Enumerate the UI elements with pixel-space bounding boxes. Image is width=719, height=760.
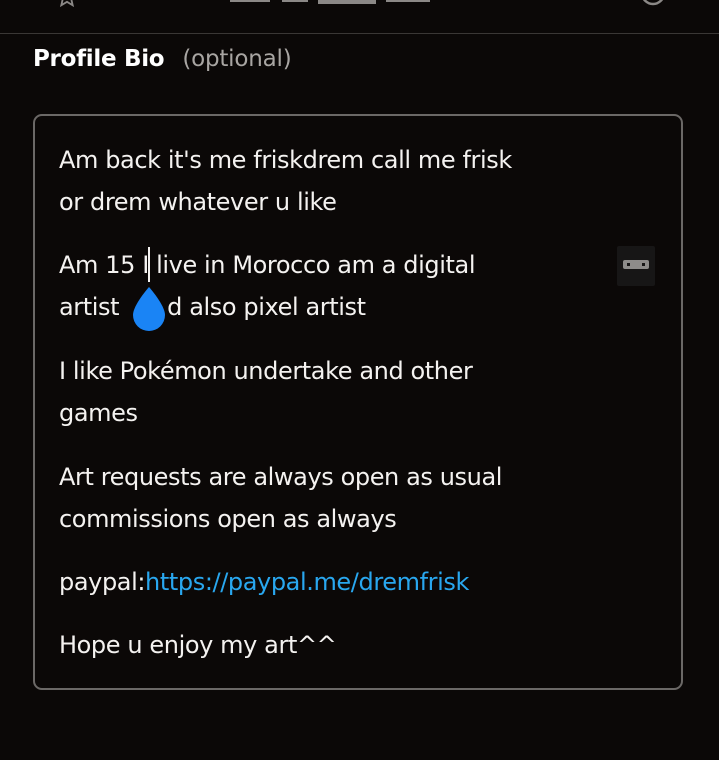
- keyboard-icon: [623, 260, 649, 269]
- bio-line: Am 15 I live in Morocco am a digital: [59, 251, 476, 279]
- optional-label: (optional): [182, 46, 292, 72]
- text-cursor-handle-icon[interactable]: [129, 285, 169, 333]
- keyboard-key: [642, 263, 645, 266]
- paypal-label: paypal:: [59, 568, 146, 596]
- bio-line: commissions open as always: [59, 505, 397, 533]
- bio-line-segment: artist: [59, 293, 120, 321]
- profile-bio-header: Profile Bio (optional): [33, 42, 292, 76]
- bio-line: artist d also pixel artist: [59, 292, 366, 322]
- text-cursor: [148, 247, 150, 282]
- bio-line: Am back it's me friskdrem call me frisk: [59, 146, 512, 174]
- keyboard-toggle-button[interactable]: [617, 246, 655, 286]
- top-bar-title-clipped: [230, 0, 430, 4]
- paypal-link[interactable]: https://paypal.me/dremfrisk: [145, 568, 469, 596]
- bio-line: Art requests are always open as usual: [59, 463, 503, 491]
- bio-line: paypal:https://paypal.me/dremfrisk: [59, 567, 469, 597]
- bio-line: or drem whatever u like: [59, 188, 337, 216]
- bio-line: Hope u enjoy my art^^: [59, 631, 337, 659]
- keyboard-key: [627, 263, 630, 266]
- top-app-bar: [0, 0, 719, 34]
- bio-line: games: [59, 399, 138, 427]
- star-icon[interactable]: [56, 0, 78, 8]
- circle-icon[interactable]: [640, 0, 666, 6]
- bio-line: I like Pokémon undertake and other: [59, 357, 473, 385]
- bio-line-segment: d also pixel artist: [167, 293, 366, 321]
- section-title: Profile Bio: [33, 46, 165, 72]
